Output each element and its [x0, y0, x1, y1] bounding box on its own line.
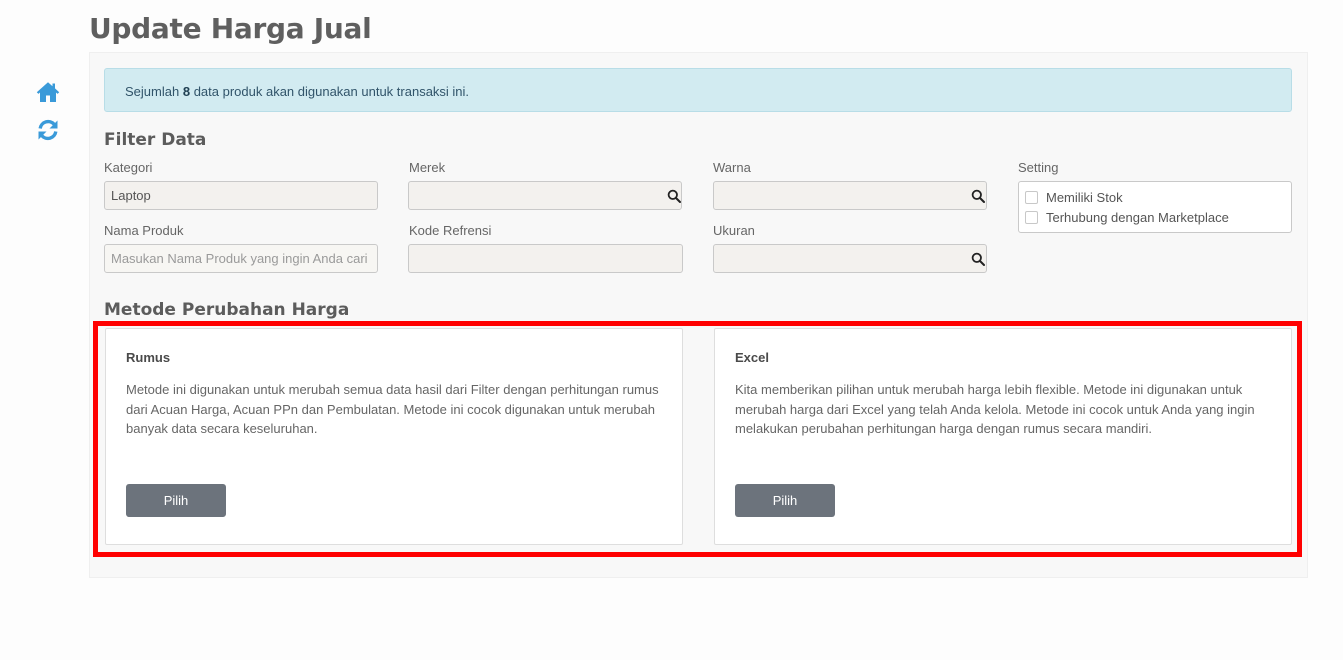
excel-card: Excel Kita memberikan pilihan untuk meru…: [714, 328, 1292, 545]
card-title: Rumus: [126, 350, 171, 365]
rumus-pilih-button[interactable]: Pilih: [126, 484, 226, 517]
nama-produk-label: Nama Produk: [104, 223, 184, 238]
warna-field[interactable]: [713, 181, 987, 210]
alert-prefix: Sejumlah: [125, 84, 180, 99]
metode-title: Metode Perubahan Harga: [104, 300, 350, 320]
memiliki-stok-checkbox[interactable]: [1025, 191, 1038, 204]
kategori-label: Kategori: [104, 160, 153, 175]
excel-pilih-button[interactable]: Pilih: [735, 484, 835, 517]
filter-title: Filter Data: [104, 130, 207, 150]
setting-box: Memiliki Stok Terhubung dengan Marketpla…: [1018, 181, 1292, 233]
card-description: Metode ini digunakan untuk merubah semua…: [126, 382, 659, 436]
rumus-card: Rumus Metode ini digunakan untuk merubah…: [105, 328, 683, 545]
info-alert: Sejumlah 8 data produk akan digunakan un…: [104, 68, 1292, 112]
kode-refrensi-label: Kode Refrensi: [409, 223, 492, 238]
setting-label: Setting: [1018, 160, 1059, 175]
refresh-icon[interactable]: [36, 118, 60, 142]
alert-suffix: data produk akan digunakan untuk transak…: [193, 84, 470, 99]
merek-field[interactable]: [408, 181, 682, 210]
card-title: Excel: [735, 350, 769, 365]
warna-label: Warna: [713, 160, 751, 175]
merek-search-icon[interactable]: [667, 189, 681, 203]
setting-option[interactable]: Terhubung dengan Marketplace: [1025, 210, 1229, 225]
nama-produk-input[interactable]: [104, 244, 378, 273]
memiliki-stok-label: Memiliki Stok: [1046, 190, 1123, 205]
alert-count: 8: [182, 84, 191, 99]
terhubung-marketplace-checkbox[interactable]: [1025, 211, 1038, 224]
ukuran-search-icon[interactable]: [971, 252, 985, 266]
kode-refrensi-input[interactable]: [408, 244, 683, 273]
card-description: Kita memberikan pilihan untuk merubah ha…: [735, 382, 1255, 436]
kategori-field[interactable]: [104, 181, 378, 210]
page-title: Update Harga Jual: [89, 12, 372, 45]
terhubung-marketplace-label: Terhubung dengan Marketplace: [1046, 210, 1229, 225]
ukuran-field[interactable]: [713, 244, 987, 273]
warna-search-icon[interactable]: [971, 189, 985, 203]
setting-option[interactable]: Memiliki Stok: [1025, 190, 1123, 205]
ukuran-label: Ukuran: [713, 223, 755, 238]
merek-label: Merek: [409, 160, 446, 175]
home-icon[interactable]: [36, 80, 60, 104]
